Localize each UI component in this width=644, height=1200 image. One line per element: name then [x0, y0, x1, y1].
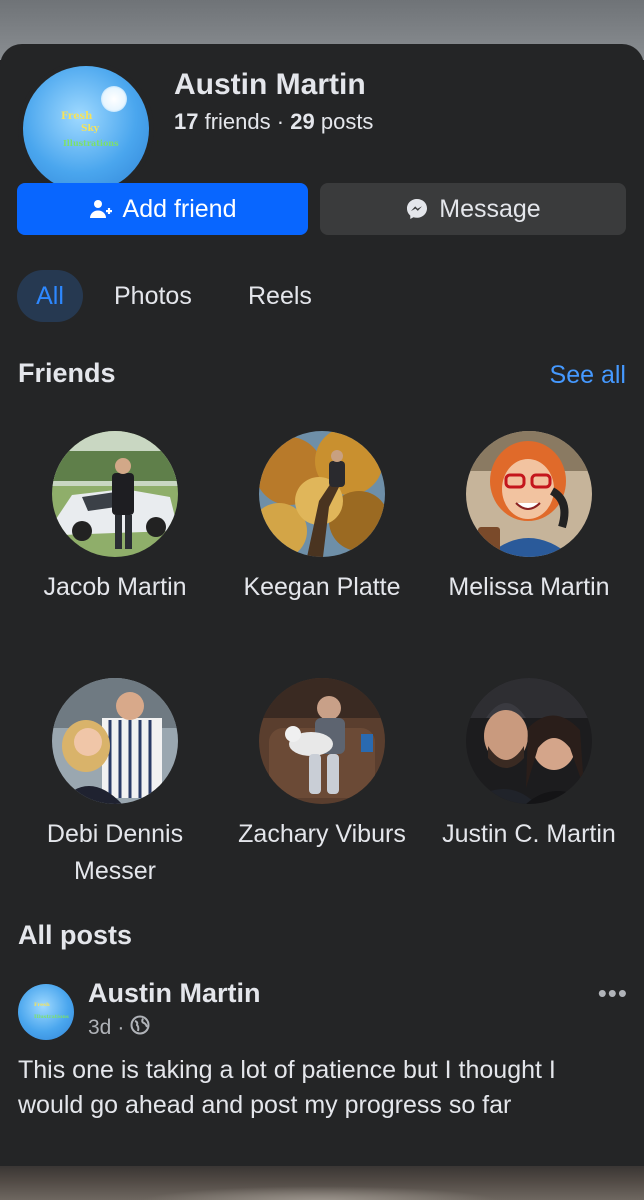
post-time[interactable]: 3d	[88, 1016, 111, 1040]
friend-keegan-platte[interactable]: Keegan Platte	[222, 431, 422, 606]
tab-reels[interactable]: Reels	[248, 270, 312, 322]
friend-jacob-martin[interactable]: Jacob Martin	[15, 431, 215, 606]
person-in-tree-photo	[259, 431, 385, 557]
friend-name: Jacob Martin	[43, 573, 187, 601]
see-all-friends-link[interactable]: See all	[550, 361, 626, 390]
tab-photos[interactable]: Photos	[114, 270, 192, 322]
stats-separator: ·	[276, 109, 285, 134]
friend-name: Keegan Platte	[243, 573, 401, 601]
globe-icon	[130, 1015, 150, 1041]
friends-label: friends	[204, 109, 271, 134]
friends-count: 17	[174, 109, 199, 134]
message-label: Message	[439, 194, 541, 223]
friend-name: Zachary Viburs	[238, 820, 406, 848]
post-more-options-icon[interactable]: •••	[598, 978, 628, 1009]
profile-avatar[interactable]: Fresh Sky Illustrations	[18, 61, 154, 197]
add-person-icon	[89, 197, 113, 221]
post-image[interactable]	[0, 1166, 644, 1200]
all-posts-title: All posts	[18, 920, 133, 950]
add-friend-button[interactable]: Add friend	[17, 183, 308, 235]
post-author-avatar[interactable]: Fresh Illustrations	[18, 984, 74, 1040]
meta-dot: ·	[117, 1016, 125, 1039]
message-button[interactable]: Message	[320, 183, 626, 235]
couple-selfie-photo	[466, 678, 592, 804]
posts-count: 29	[290, 109, 315, 134]
friend-debi-dennis-messer[interactable]: Debi Dennis Messer	[15, 678, 215, 890]
friend-name: Debi Dennis Messer	[46, 820, 184, 885]
friend-name: Melissa Martin	[448, 573, 610, 601]
friends-title: Friends	[18, 358, 116, 388]
person-with-car-photo	[52, 431, 178, 557]
profile-sheet: Fresh Sky Illustrations Austin Martin 17…	[0, 44, 644, 1200]
posts-label: posts	[320, 109, 374, 134]
profile-name[interactable]: Austin Martin	[174, 68, 366, 102]
couple-photo	[52, 678, 178, 804]
add-friend-label: Add friend	[122, 194, 237, 223]
fresh-sky-logo-icon: Fresh Sky Illustrations	[23, 66, 149, 192]
person-with-dog-photo	[259, 678, 385, 804]
friend-justin-c-martin[interactable]: Justin C. Martin	[429, 678, 629, 853]
friend-melissa-martin[interactable]: Melissa Martin	[429, 431, 629, 606]
messenger-icon	[405, 197, 429, 221]
profile-stats: 17 friends · 29 posts	[174, 109, 373, 135]
post-meta: 3d ·	[88, 1015, 150, 1041]
friend-zachary-viburs[interactable]: Zachary Viburs	[222, 678, 422, 853]
post-author-name[interactable]: Austin Martin	[88, 978, 261, 1009]
friend-name: Justin C. Martin	[442, 820, 616, 848]
post-text: This one is taking a lot of patience but…	[18, 1056, 556, 1119]
tab-all[interactable]: All	[17, 270, 83, 322]
cartoon-woman-phone-photo	[466, 431, 592, 557]
